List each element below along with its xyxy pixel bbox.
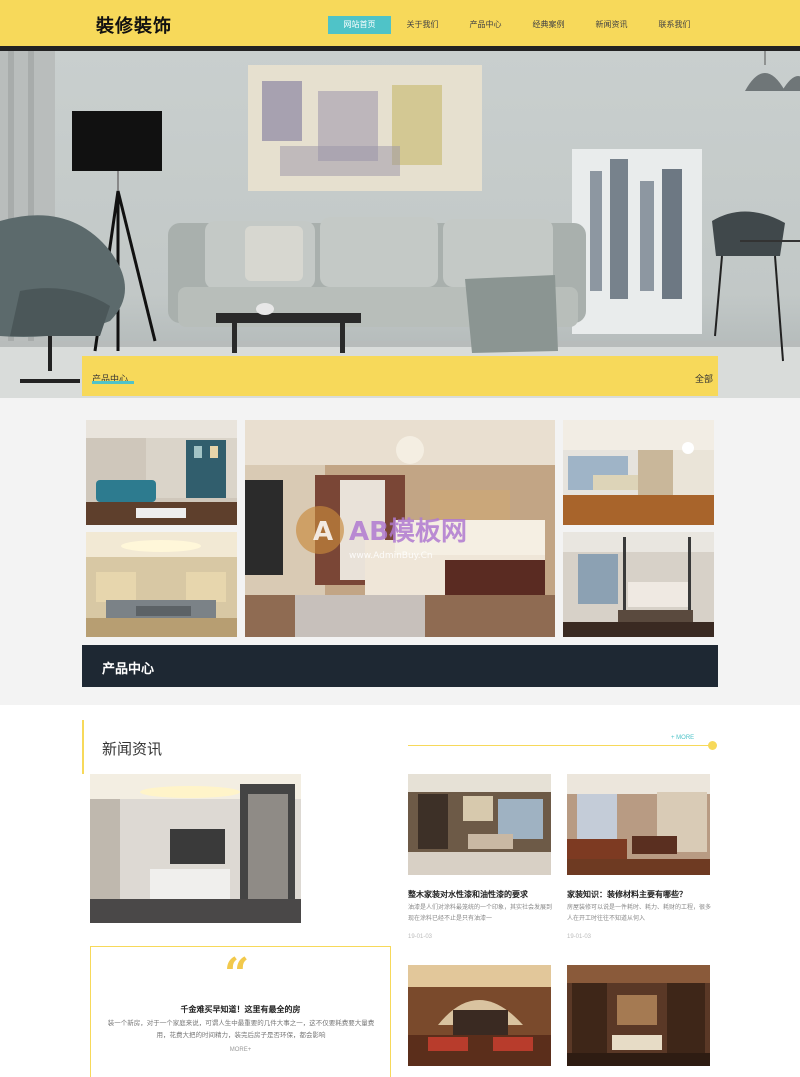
watermark-text: AB模板网 (349, 517, 467, 547)
header: 裝修裝饰 网站首页 关于我们 产品中心 经典案例 新闻资讯 联系我们 (0, 0, 800, 46)
news-title-accent (82, 720, 84, 774)
nav-contact[interactable]: 联系我们 (643, 16, 706, 34)
news-item-image-3[interactable] (408, 965, 551, 1066)
hero-bar-all-link[interactable]: 全部 (695, 372, 713, 385)
news-featured-text: 装一个新房，对于一个家庭来说，可谓人生中最重要的几件大事之一，这不仅要耗费要大量… (107, 1020, 375, 1039)
news-featured-card[interactable]: “ 千金难买早知道！这里有最全的房 装一个新房，对于一个家庭来说，可谓人生中最重… (90, 946, 391, 1077)
news-item-image-4[interactable] (567, 965, 710, 1066)
svg-text:A: A (313, 517, 333, 547)
nav-products[interactable]: 产品中心 (454, 16, 517, 34)
main-nav: 网站首页 关于我们 产品中心 经典案例 新闻资讯 联系我们 (328, 16, 706, 34)
product-center-banner[interactable]: 产品中心 (82, 645, 718, 687)
product-image-featured[interactable]: A AB模板网 www.AdminBuy.Cn (245, 420, 555, 637)
product-image-3[interactable] (563, 420, 714, 525)
quote-icon: “ (224, 949, 250, 1000)
hero-banner: 产品中心 全部 (0, 51, 800, 398)
news-section-title: 新闻资讯 (102, 741, 163, 758)
watermark-url: www.AdminBuy.Cn (349, 551, 433, 561)
hero-caption-bar: 产品中心 全部 (82, 356, 718, 396)
nav-cases[interactable]: 经典案例 (517, 16, 580, 34)
hero-bar-underline (92, 381, 134, 384)
product-image-1[interactable] (86, 420, 237, 525)
news-item-text-1: 油漆是人们对涂料最笼统的一个印象，其实社会发展到现在涂料已经不止是只有油漆一 (408, 905, 553, 922)
site-logo[interactable]: 裝修裝饰 (96, 12, 172, 38)
nav-about[interactable]: 关于我们 (391, 16, 454, 34)
news-item-date-2: 19-01-03 (567, 934, 592, 940)
news-item-title-1[interactable]: 整木家装对水性漆和油性漆的要求 (408, 889, 553, 900)
news-featured-title[interactable]: 千金难买早知道！这里有最全的房 (91, 1004, 390, 1015)
news-divider-dot (708, 741, 717, 750)
product-image-2[interactable] (86, 532, 237, 637)
news-more-link[interactable]: + MORE (671, 735, 694, 741)
product-banner-title: 产品中心 (102, 661, 155, 676)
news-divider (408, 745, 711, 746)
news-featured-image[interactable] (90, 774, 301, 923)
product-section: A AB模板网 www.AdminBuy.Cn 产品中心 (0, 398, 800, 705)
news-item-image-1[interactable] (408, 774, 551, 875)
nav-home[interactable]: 网站首页 (328, 16, 391, 34)
news-featured-more[interactable]: MORE+ (91, 1047, 390, 1053)
product-image-4[interactable] (563, 532, 714, 637)
news-item-date-1: 19-01-03 (408, 934, 433, 940)
nav-news[interactable]: 新闻资讯 (580, 16, 643, 34)
page: 裝修裝饰 网站首页 关于我们 产品中心 经典案例 新闻资讯 联系我们 产品中心 … (0, 0, 800, 1077)
news-item-text-2: 房屋装修可以说是一件耗时、耗力、耗财的工程，很多人在开工时往往不知道从何入 (567, 905, 712, 922)
hero-living-room-image (0, 51, 800, 398)
news-item-title-2[interactable]: 家装知识：装修材料主要有哪些？ (567, 889, 712, 900)
news-item-image-2[interactable] (567, 774, 710, 875)
